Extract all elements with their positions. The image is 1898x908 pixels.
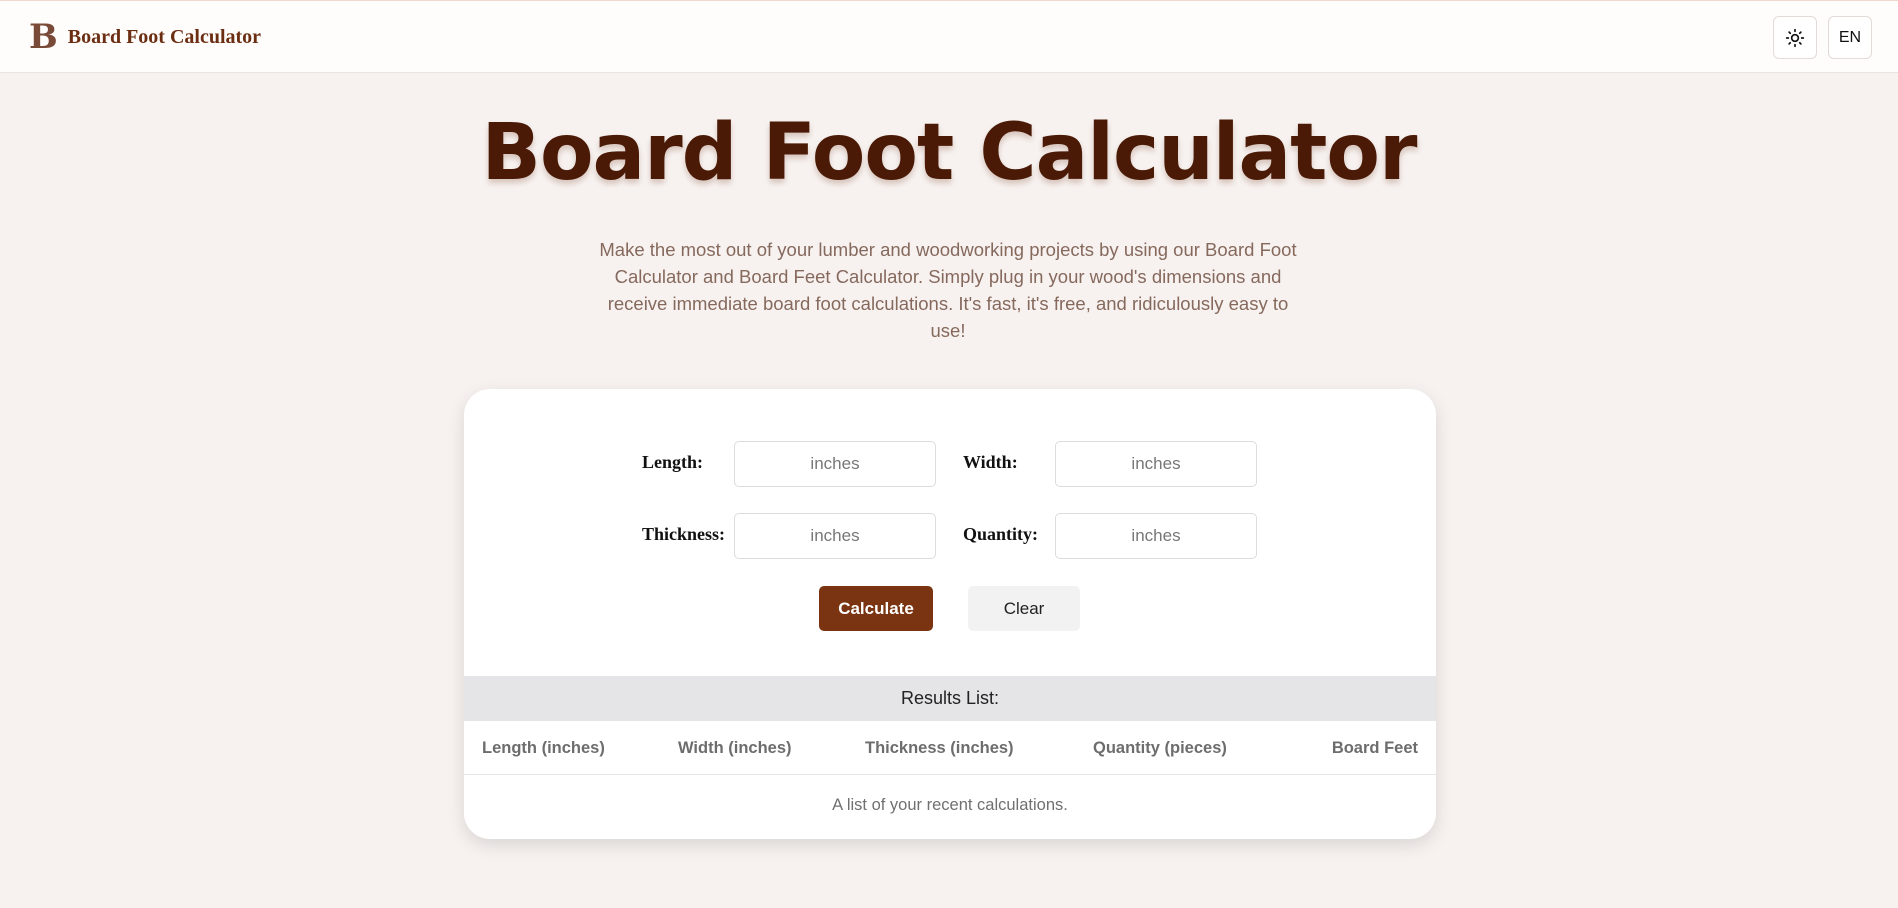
language-button[interactable]: EN <box>1828 16 1872 59</box>
results-table-header: Length (inches) Width (inches) Thickness… <box>464 721 1436 775</box>
calculator-card: Length: Width: Thickness: Quantity: Calc… <box>464 389 1436 839</box>
length-input[interactable] <box>734 441 936 487</box>
column-header-thickness: Thickness (inches) <box>865 739 1014 757</box>
column-header-width: Width (inches) <box>678 739 792 757</box>
width-input[interactable] <box>1055 441 1257 487</box>
calculate-button[interactable]: Calculate <box>819 586 933 631</box>
results-list-title: Results List: <box>464 676 1436 721</box>
page-title: Board Foot Calculator <box>481 108 1418 198</box>
length-label: Length: <box>642 452 704 472</box>
results-empty-caption: A list of your recent calculations. <box>832 796 1068 814</box>
thickness-label: Thickness: <box>642 524 726 544</box>
top-bar: B Board Foot Calculator EN <box>0 0 1898 73</box>
site-title: Board Foot Calculator <box>67 25 262 48</box>
logo-mark: B <box>29 17 58 57</box>
page-description: Make the most out of your lumber and woo… <box>599 239 1297 341</box>
column-header-quantity: Quantity (pieces) <box>1093 739 1227 757</box>
column-header-board-feet: Board Feet <box>1331 739 1418 757</box>
column-header-length: Length (inches) <box>482 739 605 757</box>
width-label: Width: <box>963 452 1018 472</box>
clear-button[interactable]: Clear <box>968 586 1080 631</box>
quantity-input[interactable] <box>1055 513 1257 559</box>
site-logo-link[interactable]: B Board Foot Calculator <box>29 20 261 54</box>
quantity-label: Quantity: <box>963 524 1039 544</box>
theme-toggle-button[interactable] <box>1773 16 1817 59</box>
thickness-input[interactable] <box>734 513 936 559</box>
sun-icon <box>1785 28 1805 47</box>
